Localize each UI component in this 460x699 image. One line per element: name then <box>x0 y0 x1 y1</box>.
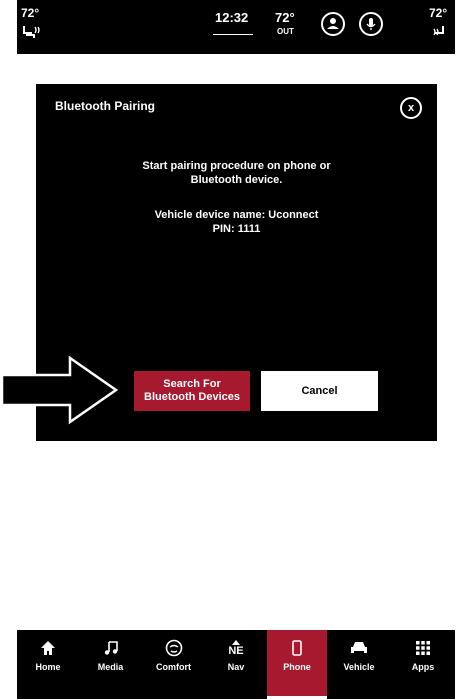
nav-vehicle[interactable]: Vehicle <box>327 630 391 699</box>
music-note-icon <box>79 638 142 658</box>
nav-phone[interactable]: Phone <box>267 630 327 699</box>
clock: 12:32 <box>215 10 249 25</box>
car-icon <box>327 638 391 658</box>
voice-command-icon[interactable] <box>359 12 383 36</box>
vehicle-device-name: Vehicle device name: Uconnect <box>154 209 319 221</box>
outside-label: OUT <box>277 27 294 36</box>
search-bluetooth-devices-button[interactable]: Search For Bluetooth Devices <box>134 371 250 411</box>
nav-comfort[interactable]: Comfort <box>142 630 205 699</box>
nav-home[interactable]: Home <box>17 630 79 699</box>
nav-nav[interactable]: NE Nav <box>205 630 267 699</box>
nav-home-label: Home <box>35 662 61 672</box>
nav-phone-label: Phone <box>283 662 311 672</box>
cancel-button[interactable]: Cancel <box>261 371 378 411</box>
compass-icon: NE <box>205 638 267 658</box>
heated-seat-icon[interactable] <box>21 24 43 45</box>
search-button-label-1: Search For <box>163 378 221 390</box>
instruction-line-2: Bluetooth device. <box>190 174 283 186</box>
nav-media[interactable]: Media <box>79 630 142 699</box>
home-icon <box>17 638 79 658</box>
callout-arrow-icon <box>0 356 119 425</box>
nav-media-label: Media <box>97 662 124 672</box>
nav-apps-label: Apps <box>411 662 435 672</box>
outside-temperature: 72° <box>275 10 295 25</box>
driver-temperature[interactable]: 72° <box>21 6 39 20</box>
pairing-instruction: Start pairing procedure on phone or Blue… <box>36 159 437 187</box>
search-button-label-2: Bluetooth Devices <box>144 391 240 403</box>
heated-seat-passenger-icon[interactable] <box>431 24 449 45</box>
compass-heading: NE <box>228 644 244 657</box>
dialog-title: Bluetooth Pairing <box>55 99 155 113</box>
apps-grid-icon <box>391 638 455 658</box>
passenger-temperature[interactable]: 72° <box>429 6 447 20</box>
nav-nav-label: Nav <box>227 662 245 672</box>
main-screen: Bluetooth Pairing x Start pairing proced… <box>17 54 455 630</box>
bottom-nav-bar: Home Media Comfort NE Nav Phone Vehicle … <box>17 630 455 699</box>
phone-icon <box>267 638 327 658</box>
comfort-icon <box>142 638 205 658</box>
nav-vehicle-label: Vehicle <box>343 662 375 672</box>
clock-underline <box>213 34 253 35</box>
head-unit-frame: 72° 12:32 72° OUT 72° Bluetooth Pairing … <box>17 0 455 699</box>
pin-code: PIN: 1111 <box>212 223 261 235</box>
device-info: Vehicle device name: Uconnect PIN: 1111 <box>36 208 437 236</box>
driver-profile-icon[interactable] <box>321 12 345 36</box>
status-bar: 72° 12:32 72° OUT 72° <box>17 0 455 54</box>
close-button[interactable]: x <box>400 97 422 119</box>
nav-apps[interactable]: Apps <box>391 630 455 699</box>
instruction-line-1: Start pairing procedure on phone or <box>142 160 331 172</box>
nav-comfort-label: Comfort <box>156 662 191 672</box>
